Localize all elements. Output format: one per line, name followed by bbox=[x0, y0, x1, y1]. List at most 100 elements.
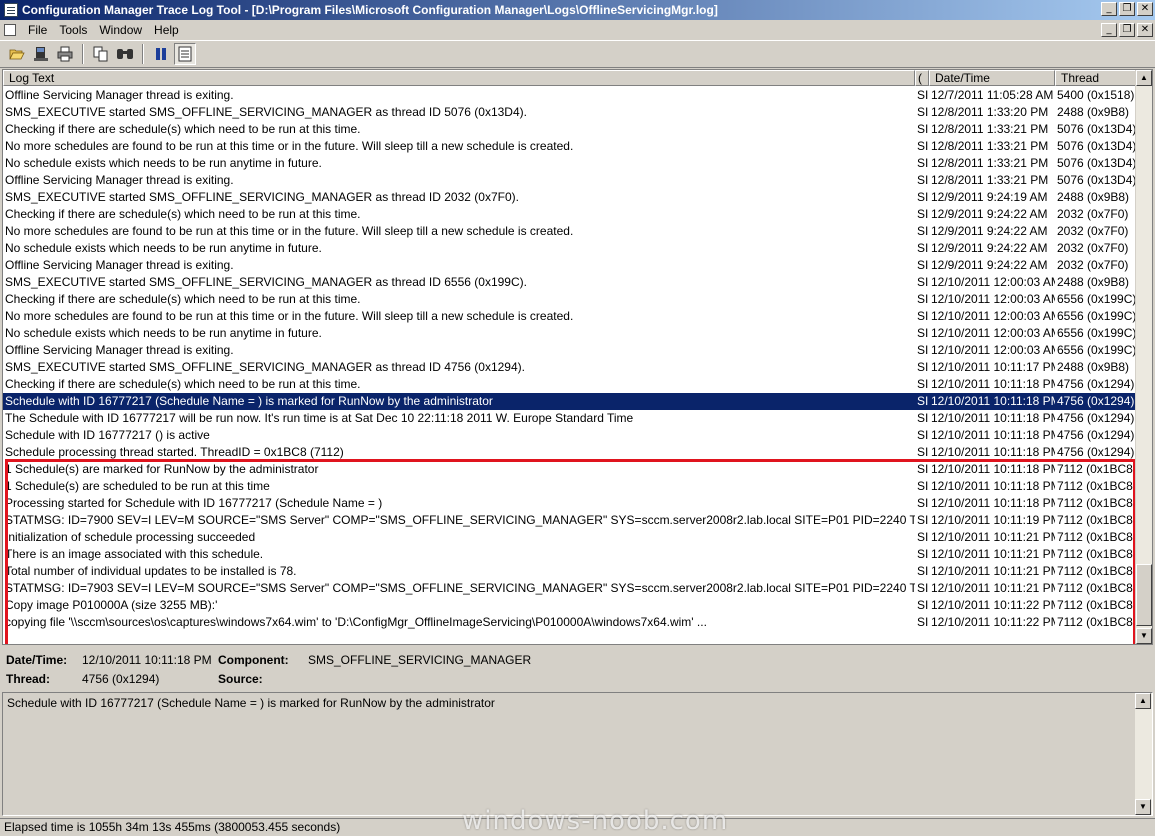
menu-window[interactable]: Window bbox=[93, 23, 148, 37]
thread-cell: 5076 (0x13D4) bbox=[1057, 139, 1136, 153]
component-cell: SI bbox=[917, 360, 929, 374]
message-box[interactable]: Schedule with ID 16777217 (Schedule Name… bbox=[2, 692, 1153, 816]
log-row[interactable]: No more schedules are found to be run at… bbox=[3, 138, 1136, 155]
column-header-component[interactable]: ( bbox=[915, 70, 929, 86]
menu-file[interactable]: File bbox=[22, 23, 53, 37]
log-row[interactable]: Offline Servicing Manager thread is exit… bbox=[3, 87, 1136, 104]
scroll-thumb[interactable] bbox=[1136, 564, 1152, 626]
component-cell: SI bbox=[917, 564, 929, 578]
title-bar: Configuration Manager Trace Log Tool - [… bbox=[0, 0, 1155, 20]
log-row[interactable]: SMS_EXECUTIVE started SMS_OFFLINE_SERVIC… bbox=[3, 189, 1136, 206]
date-time-cell: 12/10/2011 10:11:21 PM bbox=[931, 564, 1055, 578]
component-label: Component: bbox=[218, 653, 289, 667]
component-cell: SI bbox=[917, 190, 929, 204]
message-scrollbar[interactable]: ▲ ▼ bbox=[1135, 693, 1152, 815]
thread-cell: 2032 (0x7F0) bbox=[1057, 224, 1129, 238]
log-row[interactable]: Processing started for Schedule with ID … bbox=[3, 495, 1136, 512]
component-cell: SI bbox=[917, 445, 929, 459]
date-time-cell: 12/10/2011 10:11:18 PM bbox=[931, 445, 1055, 459]
log-row[interactable]: Copy image P010000A (size 3255 MB):' SI 12… bbox=[3, 597, 1136, 614]
log-text-cell: Checking if there are schedule(s) which … bbox=[5, 292, 361, 306]
component-cell: SI bbox=[917, 156, 929, 170]
component-cell: SI bbox=[917, 513, 929, 527]
date-time-cell: 12/10/2011 12:00:03 AM bbox=[931, 326, 1055, 340]
menu-help[interactable]: Help bbox=[148, 23, 185, 37]
date-time-cell: 12/10/2011 10:11:18 PM bbox=[931, 428, 1055, 442]
log-text-cell: No more schedules are found to be run at… bbox=[5, 309, 574, 323]
component-cell: SI bbox=[917, 258, 929, 272]
log-row[interactable]: Offline Servicing Manager thread is exit… bbox=[3, 342, 1136, 359]
scroll-up-button[interactable]: ▲ bbox=[1136, 70, 1152, 86]
message-scroll-up-button[interactable]: ▲ bbox=[1135, 693, 1151, 709]
log-row[interactable]: Initialization of schedule processing su… bbox=[3, 529, 1136, 546]
print-setup-icon[interactable] bbox=[30, 43, 52, 65]
log-list[interactable]: Log Text ( Date/Time Thread Offline Serv… bbox=[2, 69, 1153, 645]
log-row[interactable]: Checking if there are schedule(s) which … bbox=[3, 291, 1136, 308]
log-row[interactable]: No more schedules are found to be run at… bbox=[3, 308, 1136, 325]
log-row[interactable]: copying file '\\sccm\sources\os\captures… bbox=[3, 614, 1136, 631]
log-row[interactable]: SMS_EXECUTIVE started SMS_OFFLINE_SERVIC… bbox=[3, 104, 1136, 121]
log-row[interactable]: STATMSG: ID=7900 SEV=I LEV=M SOURCE="SMS… bbox=[3, 512, 1136, 529]
doc-minimize-button[interactable]: _ bbox=[1101, 23, 1117, 37]
date-time-cell: 12/8/2011 1:33:21 PM bbox=[931, 173, 1049, 187]
date-time-cell: 12/8/2011 1:33:21 PM bbox=[931, 139, 1049, 153]
copy-icon[interactable] bbox=[90, 43, 112, 65]
log-scrollbar[interactable]: ▲ ▼ bbox=[1135, 70, 1152, 644]
log-row[interactable]: No schedule exists which needs to be run… bbox=[3, 240, 1136, 257]
log-row[interactable]: Schedule with ID 16777217 () is active SI… bbox=[3, 427, 1136, 444]
log-row[interactable]: Checking if there are schedule(s) which … bbox=[3, 121, 1136, 138]
component-cell: SI bbox=[917, 88, 929, 102]
column-header-thread[interactable]: Thread bbox=[1055, 70, 1136, 86]
thread-cell: 7112 (0x1BC8) bbox=[1057, 564, 1136, 578]
log-row[interactable]: The Schedule with ID 16777217 will be ru… bbox=[3, 410, 1136, 427]
log-row[interactable]: Offline Servicing Manager thread is exit… bbox=[3, 172, 1136, 189]
component-cell: SI bbox=[917, 105, 929, 119]
log-row[interactable]: SMS_EXECUTIVE started SMS_OFFLINE_SERVIC… bbox=[3, 274, 1136, 291]
log-row[interactable]: 1 Schedule(s) are scheduled to be run at… bbox=[3, 478, 1136, 495]
find-icon[interactable] bbox=[114, 43, 136, 65]
log-row[interactable]: Checking if there are schedule(s) which … bbox=[3, 206, 1136, 223]
status-bar: Elapsed time is 1055h 34m 13s 455ms (380… bbox=[0, 818, 1155, 836]
log-row[interactable]: Total number of individual updates to be… bbox=[3, 563, 1136, 580]
component-cell: SI bbox=[917, 496, 929, 510]
log-text-cell: Checking if there are schedule(s) which … bbox=[5, 122, 361, 136]
minimize-button[interactable]: _ bbox=[1101, 2, 1117, 16]
log-text-cell: Processing started for Schedule with ID … bbox=[5, 496, 383, 510]
pause-icon[interactable] bbox=[150, 43, 172, 65]
log-row[interactable]: No schedule exists which needs to be run… bbox=[3, 325, 1136, 342]
date-time-label: Date/Time: bbox=[6, 653, 68, 667]
highlight-icon[interactable] bbox=[174, 43, 196, 65]
open-icon[interactable] bbox=[6, 43, 28, 65]
log-row[interactable]: No schedule exists which needs to be run… bbox=[3, 155, 1136, 172]
thread-label: Thread: bbox=[6, 672, 51, 686]
toolbar-separator bbox=[82, 44, 84, 64]
column-header-log-text[interactable]: Log Text bbox=[3, 70, 915, 86]
log-row[interactable]: STATMSG: ID=7903 SEV=I LEV=M SOURCE="SMS… bbox=[3, 580, 1136, 597]
restore-button[interactable]: ❐ bbox=[1119, 2, 1135, 16]
menu-tools[interactable]: Tools bbox=[53, 23, 93, 37]
log-row[interactable]: Offline Servicing Manager thread is exit… bbox=[3, 257, 1136, 274]
doc-close-button[interactable]: ✕ bbox=[1137, 23, 1153, 37]
date-time-cell: 12/9/2011 9:24:22 AM bbox=[931, 241, 1048, 255]
log-row[interactable]: There is an image associated with this s… bbox=[3, 546, 1136, 563]
doc-restore-button[interactable]: ❐ bbox=[1119, 23, 1135, 37]
log-row[interactable]: No more schedules are found to be run at… bbox=[3, 223, 1136, 240]
close-button[interactable]: ✕ bbox=[1137, 2, 1153, 16]
log-row[interactable]: 1 Schedule(s) are marked for RunNow by t… bbox=[3, 461, 1136, 478]
thread-cell: 7112 (0x1BC8) bbox=[1057, 615, 1136, 629]
scroll-down-button[interactable]: ▼ bbox=[1136, 628, 1152, 644]
print-icon[interactable] bbox=[54, 43, 76, 65]
log-row[interactable]: SMS_EXECUTIVE started SMS_OFFLINE_SERVIC… bbox=[3, 359, 1136, 376]
log-text-cell: SMS_EXECUTIVE started SMS_OFFLINE_SERVIC… bbox=[5, 275, 527, 289]
log-text-cell: Offline Servicing Manager thread is exit… bbox=[5, 343, 234, 357]
log-text-cell: copying file '\\sccm\sources\os\captures… bbox=[5, 615, 707, 629]
component-cell: SI bbox=[917, 615, 929, 629]
component-cell: SI bbox=[917, 207, 929, 221]
log-text-cell: Checking if there are schedule(s) which … bbox=[5, 207, 361, 221]
column-header-date-time[interactable]: Date/Time bbox=[929, 70, 1055, 86]
log-row[interactable]: Checking if there are schedule(s) which … bbox=[3, 376, 1136, 393]
message-scroll-down-button[interactable]: ▼ bbox=[1135, 799, 1151, 815]
document-icon[interactable] bbox=[4, 23, 16, 36]
log-row[interactable]: Schedule with ID 16777217 (Schedule Name… bbox=[3, 393, 1136, 410]
log-row[interactable]: Schedule processing thread started. Thre… bbox=[3, 444, 1136, 461]
